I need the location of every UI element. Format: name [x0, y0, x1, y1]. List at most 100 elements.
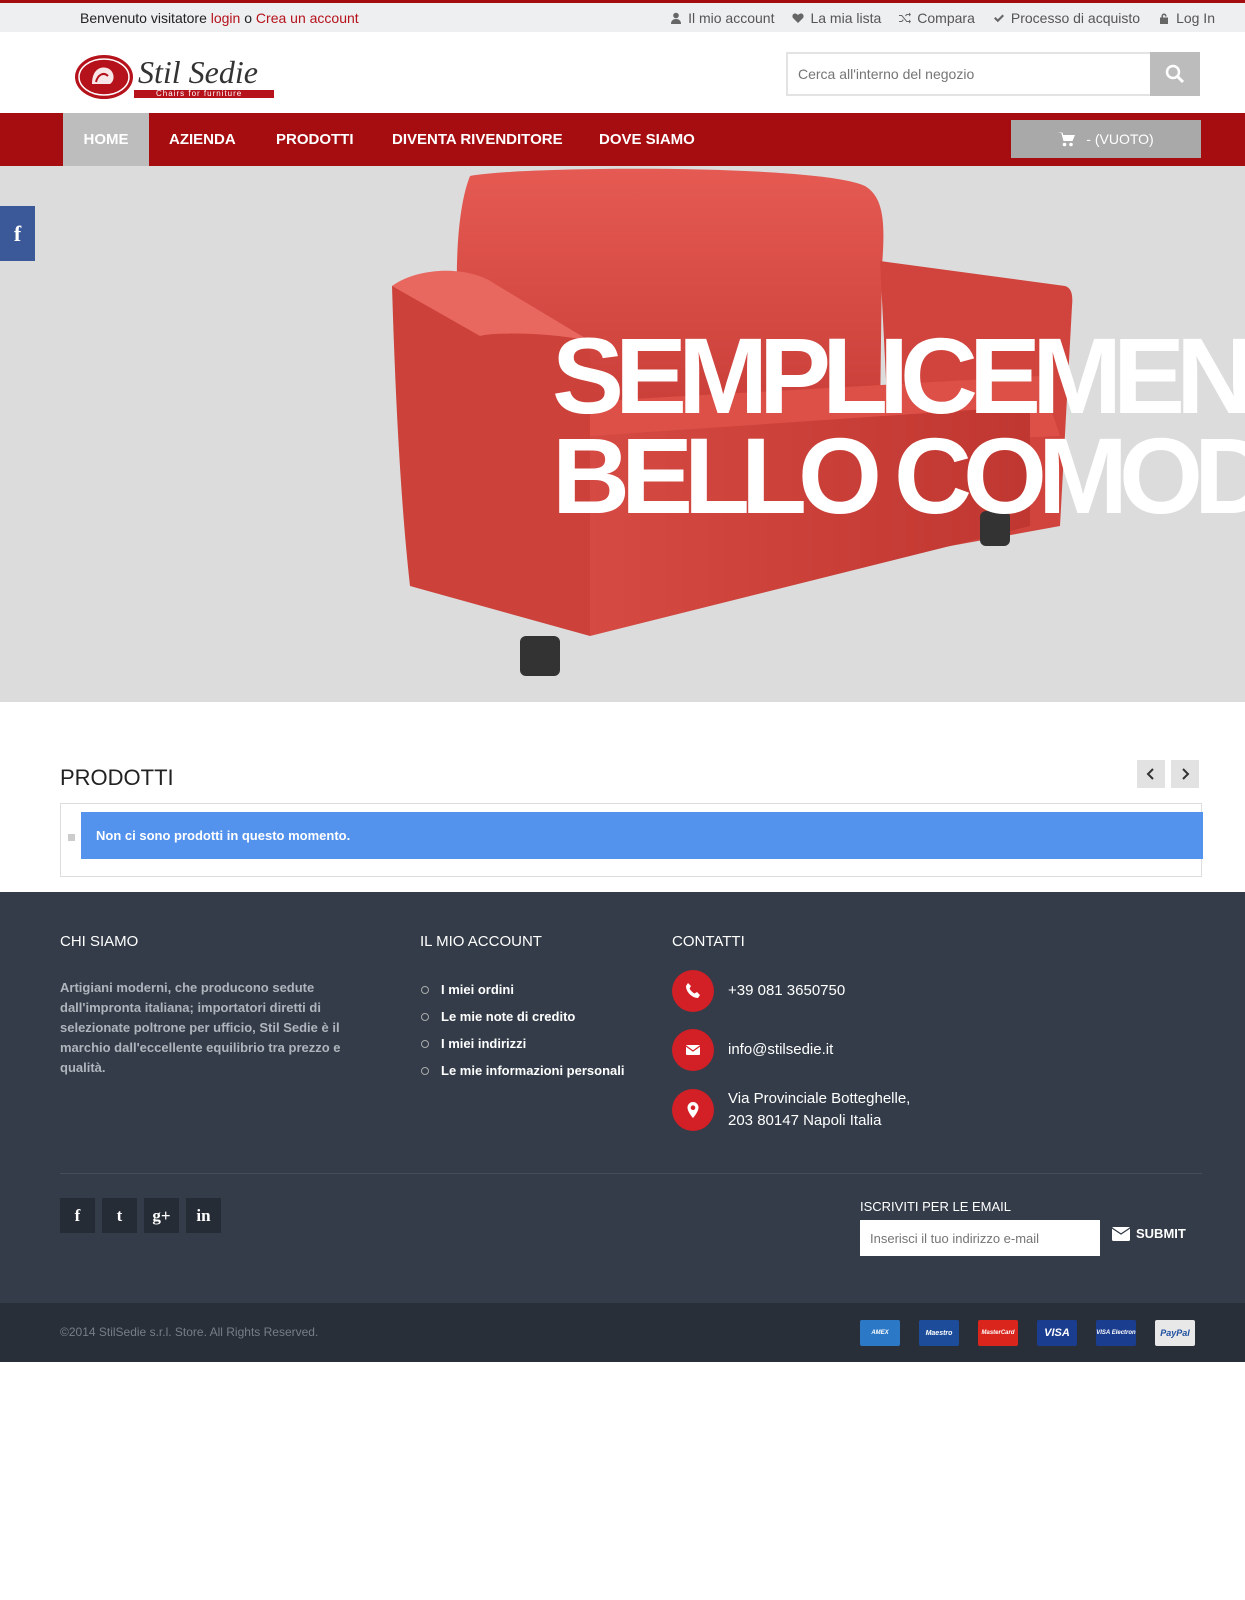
contact-address: Via Provinciale Botteghelle, 203 80147 N…: [672, 1088, 910, 1132]
cart-button[interactable]: - (VUOTO): [1011, 120, 1201, 158]
visa-electron-icon: VISA Electron: [1096, 1320, 1136, 1346]
user-icon: [671, 12, 682, 24]
circle-bullet-icon: [421, 1012, 429, 1021]
mastercard-icon: MasterCard: [978, 1320, 1018, 1346]
top-links: Il mio account La mia lista Compara Proc…: [670, 10, 1215, 26]
list-item[interactable]: I miei indirizzi: [421, 1030, 624, 1057]
login-top-link[interactable]: Log In: [1158, 10, 1215, 26]
wishlist-link[interactable]: La mia lista: [792, 10, 881, 26]
submit-label: SUBMIT: [1136, 1226, 1186, 1241]
phone-icon: [672, 970, 714, 1012]
my-orders-link[interactable]: I miei ordini: [441, 982, 514, 997]
empty-products-alert: Non ci sono prodotti in questo momento.: [81, 812, 1203, 859]
paypal-icon: PayPal: [1155, 1320, 1195, 1346]
contact-email: info@stilsedie.it: [672, 1029, 833, 1071]
footer: CHI SIAMO Artigiani moderni, che produco…: [0, 892, 1245, 1303]
visa-icon: VISA: [1037, 1320, 1077, 1346]
circle-bullet-icon: [421, 985, 429, 994]
address-line-1: Via Provinciale Botteghelle,: [728, 1090, 911, 1107]
account-heading: IL MIO ACCOUNT: [420, 933, 542, 950]
chevron-left-icon: [1146, 768, 1154, 780]
search-button[interactable]: [1150, 52, 1200, 96]
nav-azienda[interactable]: AZIENDA: [169, 113, 236, 166]
nav-dove-siamo[interactable]: DOVE SIAMO: [599, 113, 695, 166]
welcome-text: Benvenuto visitatore: [80, 10, 207, 26]
welcome-message: Benvenuto visitatore login o Crea un acc…: [80, 10, 359, 26]
login-top-label: Log In: [1176, 10, 1215, 26]
account-links: I miei ordini Le mie note di credito I m…: [421, 976, 624, 1084]
check-icon: [993, 14, 1004, 23]
payment-methods: AMEX Maestro MasterCard VISA VISA Electr…: [860, 1320, 1195, 1346]
compare-label: Compara: [917, 10, 975, 26]
envelope-icon: [672, 1029, 714, 1071]
site-logo[interactable]: Stil Sedie Chairs for furniture: [74, 52, 284, 104]
map-marker-icon: [672, 1089, 714, 1131]
products-list: Non ci sono prodotti in questo momento.: [60, 803, 1203, 877]
twitter-icon[interactable]: t: [102, 1198, 137, 1233]
facebook-side-button[interactable]: f: [0, 206, 35, 261]
carousel-next-button[interactable]: [1171, 760, 1199, 788]
maestro-icon: Maestro: [919, 1320, 959, 1346]
contact-phone: +39 081 3650750: [672, 970, 845, 1012]
my-account-link[interactable]: Il mio account: [670, 10, 774, 26]
list-item[interactable]: Le mie note di credito: [421, 1003, 624, 1030]
cart-icon: [1058, 132, 1076, 147]
create-account-link[interactable]: Crea un account: [256, 10, 359, 26]
nav-prodotti[interactable]: PRODOTTI: [276, 113, 354, 166]
checkout-link[interactable]: Processo di acquisto: [993, 10, 1140, 26]
envelope-icon: [1112, 1226, 1130, 1241]
logo-tagline: Chairs for furniture: [156, 89, 243, 98]
phone-number[interactable]: +39 081 3650750: [728, 980, 845, 1002]
logo-title: Stil Sedie: [138, 54, 258, 90]
facebook-icon[interactable]: f: [60, 1198, 95, 1233]
credit-notes-link[interactable]: Le mie note di credito: [441, 1009, 575, 1024]
nav-diventa-rivenditore[interactable]: DIVENTA RIVENDITORE: [392, 113, 563, 166]
main-nav: HOME AZIENDA PRODOTTI DIVENTA RIVENDITOR…: [0, 113, 1245, 166]
bottom-bar: ©2014 StilSedie s.r.l. Store. All Rights…: [0, 1303, 1245, 1362]
wishlist-label: La mia lista: [810, 10, 882, 26]
heart-icon: [792, 13, 805, 23]
hero-line-2: BELLO COMODO: [552, 415, 1245, 536]
hero-line-1: SEMPLICEMENTE: [552, 315, 1245, 436]
address-line-2: 203 80147 Napoli Italia: [728, 1112, 882, 1129]
list-item[interactable]: Le mie informazioni personali: [421, 1057, 624, 1084]
newsletter-email-input[interactable]: [860, 1220, 1100, 1256]
top-bar: Benvenuto visitatore login o Crea un acc…: [0, 0, 1245, 32]
contacts-heading: CONTATTI: [672, 933, 745, 950]
email-address[interactable]: info@stilsedie.it: [728, 1039, 833, 1061]
search-form: [786, 52, 1200, 96]
address: Via Provinciale Botteghelle, 203 80147 N…: [728, 1088, 910, 1132]
or-text: o: [244, 10, 253, 26]
search-input[interactable]: [788, 54, 1148, 94]
lock-icon: [1160, 13, 1169, 24]
circle-bullet-icon: [421, 1066, 429, 1075]
search-icon: [1165, 64, 1185, 84]
compare-link[interactable]: Compara: [899, 10, 975, 26]
circle-bullet-icon: [421, 1039, 429, 1048]
chevron-right-icon: [1182, 768, 1190, 780]
google-plus-icon[interactable]: g+: [144, 1198, 179, 1233]
carousel-prev-button[interactable]: [1137, 760, 1165, 788]
my-account-label: Il mio account: [688, 10, 775, 26]
shuffle-icon: [899, 12, 912, 24]
footer-divider: [60, 1173, 1202, 1174]
list-bullet: [68, 834, 75, 841]
newsletter-heading: ISCRIVITI PER LE EMAIL: [860, 1199, 1011, 1214]
linkedin-icon[interactable]: in: [186, 1198, 221, 1233]
list-item[interactable]: I miei ordini: [421, 976, 624, 1003]
amex-icon: AMEX: [860, 1320, 900, 1346]
cart-label: - (VUOTO): [1086, 131, 1154, 147]
facebook-icon: f: [13, 220, 22, 246]
hero-slider[interactable]: SEMPLICEMENTE BELLO COMODO: [0, 166, 1245, 702]
hero-headline: SEMPLICEMENTE BELLO COMODO: [552, 315, 1245, 536]
products-heading: PRODOTTI: [60, 765, 174, 790]
about-heading: CHI SIAMO: [60, 933, 139, 950]
login-link[interactable]: login: [211, 10, 241, 26]
nav-home[interactable]: HOME: [63, 113, 149, 166]
copyright: ©2014 StilSedie s.r.l. Store. All Rights…: [60, 1325, 319, 1339]
about-text: Artigiani moderni, che producono sedute …: [60, 980, 341, 1075]
addresses-link[interactable]: I miei indirizzi: [441, 1036, 526, 1051]
personal-info-link[interactable]: Le mie informazioni personali: [441, 1063, 624, 1078]
checkout-label: Processo di acquisto: [1010, 10, 1141, 26]
newsletter-submit-button[interactable]: SUBMIT: [1112, 1226, 1186, 1241]
